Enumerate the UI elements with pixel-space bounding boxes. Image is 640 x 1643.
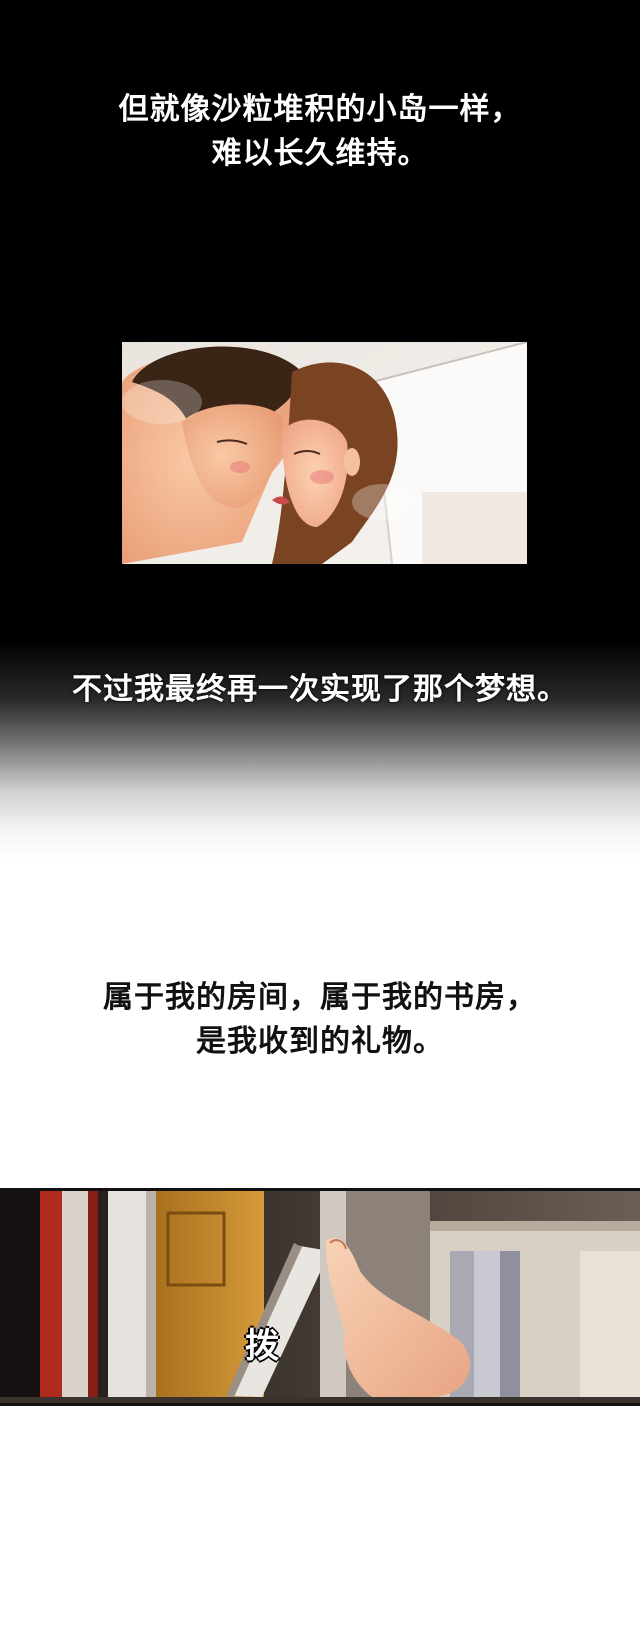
caption-intro: 但就像沙粒堆积的小岛一样， 难以长久维持。 xyxy=(0,88,640,176)
bookshelf-illustration xyxy=(0,1191,640,1397)
caption-intro-line-1: 但就像沙粒堆积的小岛一样， xyxy=(118,92,522,127)
caption-gift-line-2: 是我收到的礼物。 xyxy=(196,1024,444,1059)
kiss-illustration-panel xyxy=(122,342,527,564)
caption-gift-line-1: 属于我的房间，属于我的书房， xyxy=(103,980,537,1015)
kiss-illustration xyxy=(122,342,527,564)
sound-effect-text: 拨 xyxy=(245,1326,279,1366)
caption-dream-line-1: 不过我最终再一次实现了那个梦想。 xyxy=(72,672,568,707)
caption-intro-line-2: 难以长久维持。 xyxy=(211,136,429,171)
caption-gift: 属于我的房间，属于我的书房， 是我收到的礼物。 xyxy=(0,976,640,1064)
caption-dream: 不过我最终再一次实现了那个梦想。 xyxy=(0,668,640,712)
bookshelf-illustration-panel xyxy=(0,1188,640,1406)
